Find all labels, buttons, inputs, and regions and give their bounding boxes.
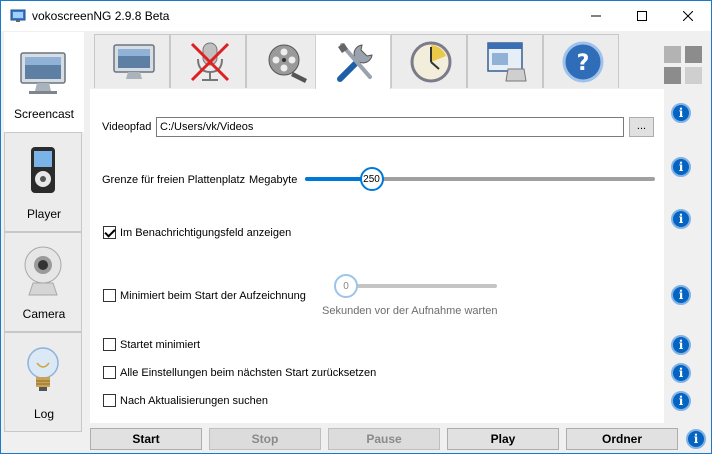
check-updates-label: Nach Aktualisierungen suchen [120, 395, 268, 407]
info-icon: i [678, 338, 684, 352]
main-window: vokoscreenNG 2.9.8 Beta Screencast Playe… [0, 0, 712, 454]
help-icon: ? [562, 41, 604, 83]
screen-window-icon [487, 42, 527, 82]
info-button-bottom[interactable]: i [686, 429, 706, 449]
svg-text:?: ? [577, 51, 590, 76]
folder-button[interactable]: Ordner [566, 428, 678, 450]
reset-settings-checkbox[interactable] [103, 366, 116, 379]
monitor-icon [113, 44, 155, 79]
play-button[interactable]: Play [447, 428, 559, 450]
tab-help[interactable]: ? [543, 34, 619, 88]
video-path-label: Videopfad [102, 121, 152, 133]
app-logo-icon [10, 9, 26, 22]
wait-seconds-slider[interactable] [334, 284, 497, 288]
info-icon: i [678, 366, 684, 380]
check-updates-checkbox[interactable] [103, 394, 116, 407]
tab-screen[interactable] [94, 34, 170, 88]
tools-icon [337, 43, 373, 82]
minimize-icon [591, 15, 601, 17]
window-title: vokoscreenNG 2.9.8 Beta [32, 9, 170, 23]
title-bar: vokoscreenNG 2.9.8 Beta [1, 1, 711, 31]
disk-space-slider-handle[interactable]: 250 [359, 167, 384, 191]
sidebar-item-label: Player [26, 207, 61, 221]
info-icon: i [678, 288, 684, 302]
tray-label: Im Benachrichtigungsfeld anzeigen [120, 227, 292, 239]
info-button-minimize[interactable]: i [671, 285, 691, 305]
info-icon: i [678, 160, 684, 174]
info-button-disk-space[interactable]: i [671, 157, 691, 177]
video-path-input[interactable] [156, 117, 624, 137]
sidebar-item-screencast[interactable]: Screencast [4, 32, 84, 132]
film-reel-icon [268, 44, 307, 83]
disk-space-slider[interactable] [305, 177, 655, 181]
start-button[interactable]: Start [90, 428, 202, 450]
maximize-icon [637, 11, 647, 21]
sidebar-item-label: Screencast [13, 107, 75, 121]
sidebar-item-player[interactable]: Player [4, 132, 82, 232]
start-minimized-checkbox[interactable] [103, 338, 116, 351]
info-icon: i [693, 432, 699, 446]
browse-button[interactable]: ... [629, 117, 654, 137]
minimize-on-start-checkbox[interactable] [103, 289, 116, 302]
info-icon: i [678, 106, 684, 120]
reset-settings-label: Alle Einstellungen beim nächsten Start z… [120, 367, 377, 379]
tab-timer[interactable] [391, 34, 467, 88]
pause-button[interactable]: Pause [328, 428, 440, 450]
media-player-icon [31, 147, 55, 193]
info-button-video-path[interactable]: i [671, 103, 691, 123]
minimize-button[interactable] [573, 1, 619, 31]
sidebar-item-label: Camera [22, 307, 66, 321]
info-button-reset[interactable]: i [671, 363, 691, 383]
start-minimized-label: Startet minimiert [120, 339, 201, 351]
info-button-start-minimized[interactable]: i [671, 335, 691, 355]
disk-space-label: Grenze für freien Plattenplatz [102, 174, 246, 186]
info-button-updates[interactable]: i [671, 391, 691, 411]
grid-layout-icon[interactable] [664, 46, 702, 84]
info-icon: i [678, 212, 684, 226]
close-button[interactable] [665, 1, 711, 31]
sidebar-item-label: Log [33, 407, 55, 421]
wait-seconds-slider-handle[interactable]: 0 [334, 274, 358, 298]
wait-seconds-caption: Sekunden vor der Aufnahme warten [322, 305, 498, 317]
info-icon: i [678, 394, 684, 408]
sidebar: Screencast Player Camera Log [4, 32, 84, 432]
webcam-icon [24, 246, 62, 296]
tab-video[interactable] [246, 34, 322, 88]
sidebar-item-camera[interactable]: Camera [4, 232, 82, 332]
tab-settings[interactable] [315, 34, 391, 90]
tray-checkbox[interactable] [103, 226, 116, 239]
tab-audio[interactable] [170, 34, 246, 88]
disk-space-unit: Megabyte [249, 174, 298, 186]
sidebar-item-log[interactable]: Log [4, 332, 82, 432]
clock-timer-icon [410, 41, 452, 83]
lightbulb-icon [27, 347, 59, 391]
minimize-on-start-label: Minimiert beim Start der Aufzeichnung [120, 290, 306, 302]
monitor-icon [20, 52, 66, 94]
tab-misc[interactable] [467, 34, 543, 88]
close-icon [683, 11, 693, 21]
microphone-muted-icon [190, 42, 230, 82]
maximize-button[interactable] [619, 1, 665, 31]
stop-button[interactable]: Stop [209, 428, 321, 450]
info-button-tray[interactable]: i [671, 209, 691, 229]
